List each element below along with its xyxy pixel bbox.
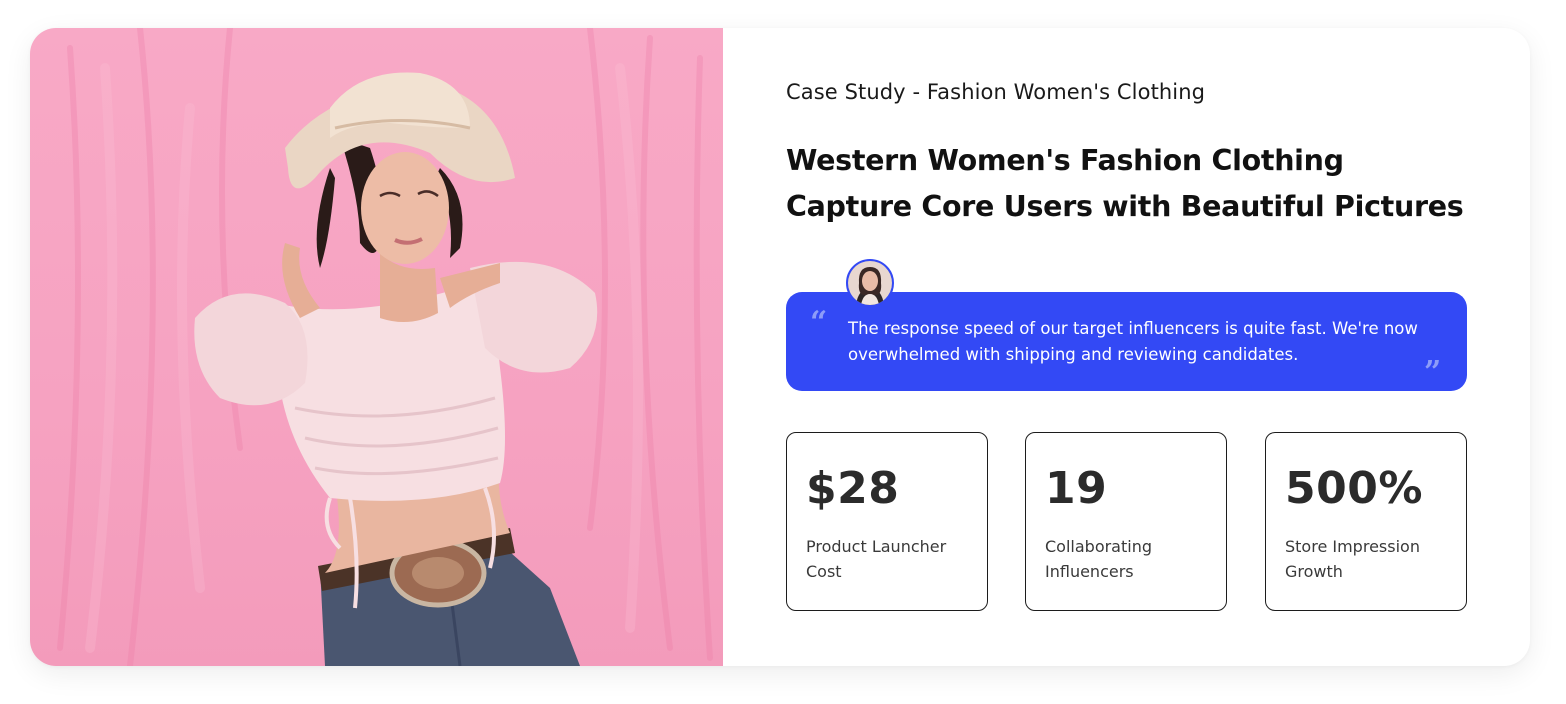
stat-card-cost: $28 Product Launcher Cost xyxy=(786,432,988,611)
stat-card-influencers: 19 Collaborating Influencers xyxy=(1025,432,1227,611)
model-illustration xyxy=(57,28,713,666)
avatar-portrait-icon xyxy=(848,261,892,305)
stat-label: Store Impression Growth xyxy=(1285,537,1420,581)
testimonial-box: “ The response speed of our target influ… xyxy=(786,259,1467,391)
headline-line-2: Capture Core Users with Beautiful Pictur… xyxy=(786,190,1464,223)
stat-label: Product Launcher Cost xyxy=(806,537,947,581)
stat-value: 500% xyxy=(1285,463,1423,514)
stat-label: Collaborating Influencers xyxy=(1045,537,1152,581)
quote-close-icon: ” xyxy=(1424,355,1442,390)
quote-open-icon: “ xyxy=(810,305,828,340)
case-study-content: Case Study - Fashion Women's Clothing We… xyxy=(786,28,1476,666)
testimonial-quote: The response speed of our target influen… xyxy=(848,319,1418,364)
stat-value: $28 xyxy=(806,463,900,514)
case-study-headline: Western Women's Fashion Clothing Capture… xyxy=(786,138,1464,230)
headline-line-1: Western Women's Fashion Clothing xyxy=(786,144,1344,177)
stat-value: 19 xyxy=(1045,463,1108,514)
stats-row: $28 Product Launcher Cost 19 Collaborati… xyxy=(786,432,1467,611)
case-study-card: Case Study - Fashion Women's Clothing We… xyxy=(30,28,1530,666)
case-study-eyebrow: Case Study - Fashion Women's Clothing xyxy=(786,80,1206,104)
avatar xyxy=(846,259,894,307)
stat-card-growth: 500% Store Impression Growth xyxy=(1265,432,1467,611)
hero-photo xyxy=(30,28,723,666)
